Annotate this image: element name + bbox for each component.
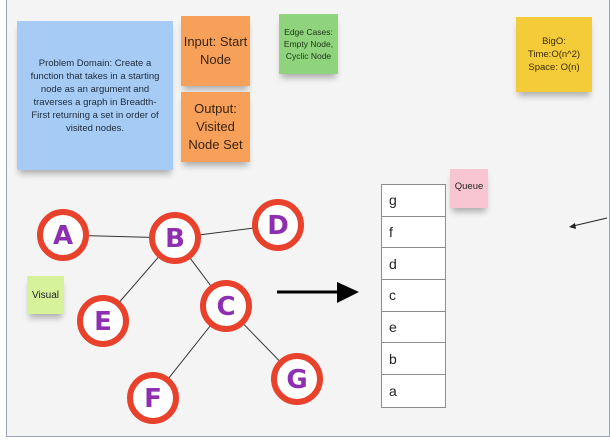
graph-node-a: A — [37, 209, 89, 261]
queue-table: gfdceba — [381, 184, 446, 408]
queue-cell: f — [382, 217, 445, 249]
graph-node-label: E — [94, 307, 112, 337]
graph-node-e: E — [77, 295, 129, 347]
graph-node-label: G — [286, 365, 307, 395]
graph-node-f: F — [127, 372, 179, 424]
queue-cell: c — [382, 280, 445, 312]
graph-node-c: C — [200, 280, 252, 332]
graph-node-b: B — [149, 212, 201, 264]
queue-cell: a — [389, 382, 397, 399]
queue-cell: g — [382, 185, 445, 217]
queue-cell: b — [382, 343, 445, 376]
queue-cell: d — [382, 248, 445, 281]
graph-node-label: A — [53, 221, 73, 251]
pointer-arrow-head — [569, 223, 576, 229]
graph-node-label: B — [165, 224, 185, 254]
pointer-arrow-line — [572, 217, 608, 227]
arrow-to-queue-head — [337, 282, 359, 303]
graph-node-label: D — [267, 211, 289, 241]
graph-node-g: G — [271, 353, 323, 405]
graph-node-label: C — [216, 292, 235, 322]
graph-node-label: F — [144, 384, 162, 414]
whiteboard-canvas[interactable]: Problem Domain: Create a function that t… — [6, 0, 610, 437]
queue-cell: e — [382, 312, 445, 344]
graph-node-d: D — [252, 199, 304, 251]
graph-drawing: A B D E C F G — [37, 199, 608, 424]
